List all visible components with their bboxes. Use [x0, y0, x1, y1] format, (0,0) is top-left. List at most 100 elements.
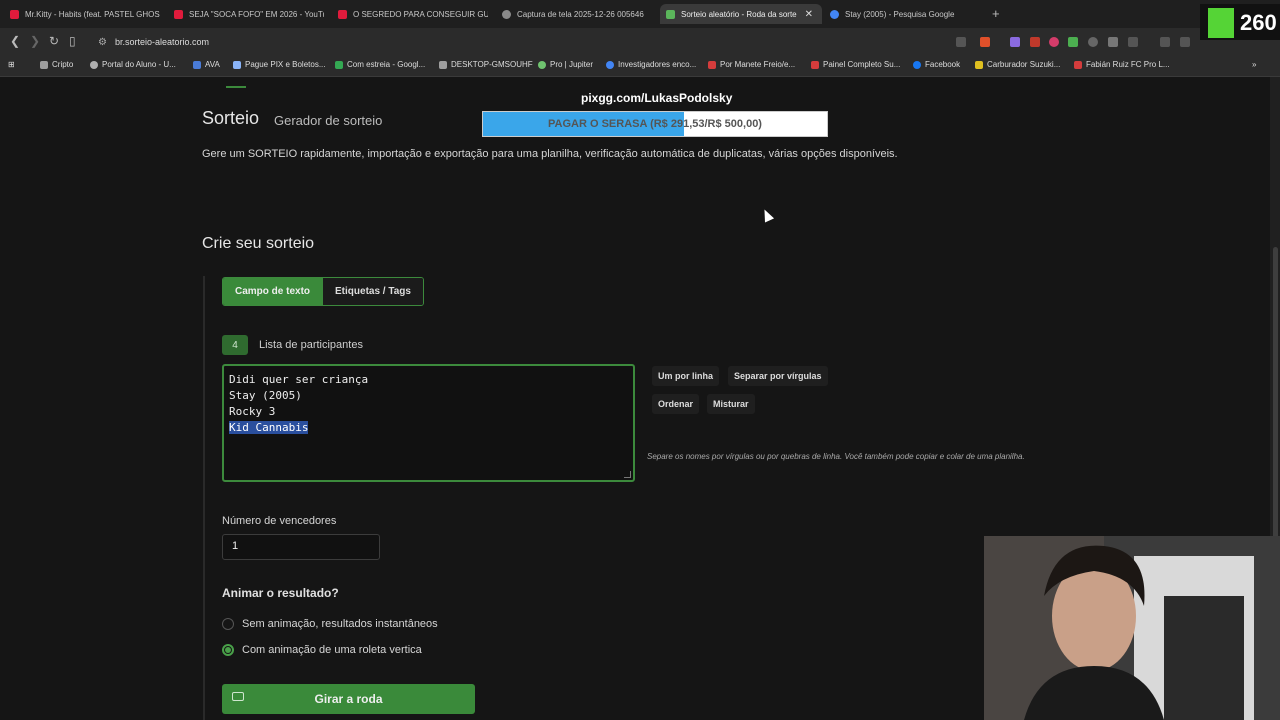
- tab-title: Sorteio aleatório - Roda da sorte: [681, 9, 797, 19]
- tab-title: SEJA "SOCA FOFO" EM 2026 - YouTu: [189, 9, 324, 19]
- extension-icon[interactable]: [1030, 37, 1040, 47]
- tab-title: Captura de tela 2025-12-26 005646: [517, 9, 644, 19]
- reload-icon[interactable]: ↻: [49, 34, 59, 48]
- sidebar-icon[interactable]: [1180, 37, 1190, 47]
- page-description: Gere um SORTEIO rapidamente, importação …: [202, 148, 898, 160]
- extension-icon[interactable]: [1010, 37, 1020, 47]
- bookmark-label: AVA: [205, 60, 220, 69]
- site-icon: [193, 60, 201, 69]
- pix-link-text: pixgg.com/LukasPodolsky: [581, 91, 733, 105]
- radio-no-animation[interactable]: Sem animação, resultados instantâneos: [222, 618, 438, 630]
- bookmark-item[interactable]: Painel Completo Su...: [811, 60, 900, 69]
- bookmark-item[interactable]: Fabián Ruiz FC Pro L...: [1074, 60, 1170, 69]
- mouse-cursor: [759, 207, 775, 223]
- youtube-icon: [338, 9, 347, 19]
- site-icon: [975, 60, 983, 69]
- help-text: Separe os nomes por vírgulas ou por queb…: [647, 452, 1025, 461]
- tab-text-field[interactable]: Campo de texto: [223, 278, 323, 305]
- youtube-icon: [174, 9, 183, 19]
- tab-title: O SEGREDO PARA CONSEGUIR GUA: [353, 9, 488, 19]
- site-icon: [233, 60, 241, 69]
- radio-button-checked[interactable]: [222, 644, 234, 656]
- participant-line: Didi quer ser criança: [229, 373, 369, 386]
- bookmark-item[interactable]: AVA: [193, 60, 220, 69]
- spin-button-label: Girar a roda: [314, 692, 383, 706]
- browser-toolbar: ❮ ❯ ↻ ▯ ⚙ br.sorteio-aleatorio.com: [0, 28, 1280, 56]
- winners-label: Número de vencedores: [222, 515, 337, 527]
- site-icon: [335, 60, 343, 69]
- bookmark-label: Painel Completo Su...: [823, 60, 901, 69]
- browser-tab[interactable]: Mr.Kitty - Habits (feat. PASTEL GHOS: [10, 4, 160, 24]
- bookmark-label: Pro | Jupiter: [550, 60, 593, 69]
- site-icon: [90, 60, 98, 69]
- forward-icon[interactable]: ❯: [30, 34, 40, 48]
- media-icon[interactable]: [1160, 37, 1170, 47]
- bookmark-item[interactable]: Portal do Aluno - U...: [90, 60, 176, 69]
- bookmark-label: Investigadores enco...: [618, 60, 697, 69]
- participant-line-selected: Kid Cannabis: [229, 421, 309, 434]
- radio-button[interactable]: [222, 618, 234, 630]
- mode-tabs: Campo de texto Etiquetas / Tags: [222, 277, 424, 306]
- extension-icon[interactable]: [1088, 37, 1098, 47]
- screenshot-icon[interactable]: [1128, 37, 1138, 47]
- browser-tab[interactable]: O SEGREDO PARA CONSEGUIR GUA: [338, 4, 488, 24]
- bookmark-label: Portal do Aluno - U...: [102, 60, 176, 69]
- bookmark-item[interactable]: Pro | Jupiter: [538, 60, 593, 69]
- bookmarks-bar: ⊞ Cripto Portal do Aluno - U... AVA Pagu…: [0, 56, 1280, 77]
- close-icon[interactable]: ✕: [805, 9, 813, 20]
- participants-textarea[interactable]: Didi quer ser criança Stay (2005) Rocky …: [222, 364, 635, 482]
- bookmark-item[interactable]: Carburador Suzuki...: [975, 60, 1060, 69]
- bookmark-item[interactable]: Com estreia - Googl...: [335, 60, 425, 69]
- logo-number: 260: [1240, 10, 1277, 35]
- webcam-image: [984, 536, 1280, 720]
- bookmark-item[interactable]: Pague PIX e Boletos...: [233, 60, 326, 69]
- share-icon[interactable]: [956, 37, 966, 47]
- header-accent: [226, 86, 246, 88]
- stream-logo: 260: [1200, 4, 1280, 40]
- radio-label: Sem animação, resultados instantâneos: [242, 618, 438, 630]
- bookmark-label: Cripto: [52, 60, 74, 69]
- more-bookmarks-icon[interactable]: »: [1252, 60, 1256, 69]
- site-settings-icon[interactable]: ⚙: [98, 37, 107, 48]
- site-icon: [811, 60, 819, 69]
- section-divider: [203, 276, 205, 720]
- apps-icon[interactable]: ⊞: [8, 60, 15, 69]
- address-bar[interactable]: ⚙ br.sorteio-aleatorio.com: [94, 32, 974, 52]
- bookmark-label: Com estreia - Googl...: [347, 60, 426, 69]
- sort-button[interactable]: Ordenar: [652, 394, 700, 414]
- browser-tab[interactable]: Stay (2005) - Pesquisa Google: [830, 4, 980, 24]
- tab-tags[interactable]: Etiquetas / Tags: [322, 278, 423, 305]
- bookmark-item[interactable]: Investigadores enco...: [606, 60, 696, 69]
- google-icon: [606, 60, 614, 69]
- bookmark-label: DESKTOP-GMSOUHF: [451, 60, 533, 69]
- winners-input[interactable]: 1: [222, 534, 380, 560]
- bookmark-item[interactable]: Por Manete Freio/e...: [708, 60, 795, 69]
- brave-shield-icon[interactable]: [980, 37, 990, 47]
- one-per-line-button[interactable]: Um por linha: [652, 366, 720, 386]
- puzzle-icon[interactable]: [1108, 37, 1118, 47]
- split-commas-button[interactable]: Separar por vírgulas: [728, 366, 828, 386]
- resize-handle[interactable]: [624, 471, 631, 478]
- browser-tab[interactable]: SEJA "SOCA FOFO" EM 2026 - YouTu: [174, 4, 324, 24]
- site-icon: [538, 60, 546, 69]
- new-tab-button[interactable]: +: [992, 6, 1000, 21]
- browser-tab-active[interactable]: Sorteio aleatório - Roda da sorte ✕: [660, 4, 822, 24]
- bookmark-label: Facebook: [925, 60, 961, 69]
- bookmark-item[interactable]: DESKTOP-GMSOUHF: [439, 60, 533, 69]
- extension-icon[interactable]: [1049, 37, 1059, 47]
- bookmark-item[interactable]: Facebook: [913, 60, 960, 69]
- spin-wheel-button[interactable]: Girar a roda: [222, 684, 475, 714]
- wheel-icon: [232, 692, 244, 701]
- tab-title: Mr.Kitty - Habits (feat. PASTEL GHOS: [25, 9, 160, 19]
- bookmark-label: Carburador Suzuki...: [987, 60, 1061, 69]
- shuffle-button[interactable]: Misturar: [707, 394, 755, 414]
- back-icon[interactable]: ❮: [10, 34, 20, 48]
- bookmark-item[interactable]: Cripto: [40, 60, 73, 69]
- radio-with-animation[interactable]: Com animação de uma roleta vertica: [222, 644, 422, 656]
- facebook-icon: [913, 60, 921, 69]
- bookmark-icon[interactable]: ▯: [69, 34, 76, 48]
- extension-icon[interactable]: [1068, 37, 1078, 47]
- tab-bar: Mr.Kitty - Habits (feat. PASTEL GHOS SEJ…: [0, 0, 1280, 28]
- site-icon: [439, 60, 447, 69]
- browser-tab[interactable]: Captura de tela 2025-12-26 005646: [502, 4, 652, 24]
